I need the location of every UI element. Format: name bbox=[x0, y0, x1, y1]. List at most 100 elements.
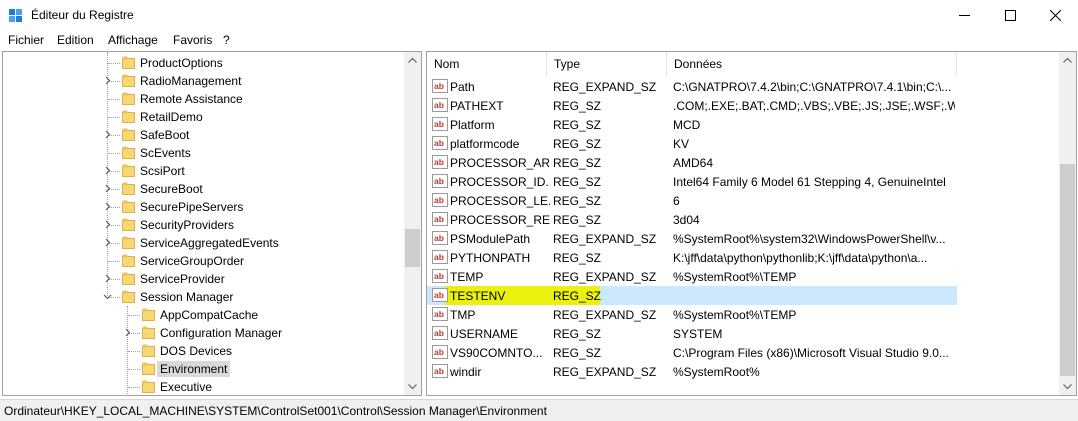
tree-item[interactable]: DOS Devices bbox=[3, 342, 403, 360]
value-data: 6 bbox=[673, 194, 680, 208]
registry-value-row[interactable]: ab platformcode REG_SZ KV bbox=[427, 134, 957, 153]
chevron-up-icon bbox=[408, 57, 417, 63]
value-type: REG_SZ bbox=[553, 194, 602, 208]
column-header-data[interactable]: Données bbox=[667, 52, 957, 76]
tree-item[interactable]: RetailDemo bbox=[3, 108, 403, 126]
maximize-button[interactable] bbox=[987, 0, 1033, 31]
close-button[interactable] bbox=[1032, 0, 1078, 31]
folder-icon bbox=[122, 236, 135, 249]
value-type: REG_EXPAND_SZ bbox=[553, 270, 657, 284]
scroll-thumb[interactable] bbox=[1060, 164, 1075, 376]
tree-item[interactable]: ProductOptions bbox=[3, 54, 403, 72]
tree-item[interactable]: ServiceAggregatedEvents bbox=[3, 234, 403, 252]
column-header-name[interactable]: Nom bbox=[427, 52, 547, 76]
column-header-type[interactable]: Type bbox=[547, 52, 667, 76]
tree-item[interactable]: SafeBoot bbox=[3, 126, 403, 144]
string-value-icon: ab bbox=[432, 136, 448, 150]
registry-value-row[interactable]: ab PROCESSOR_LE... REG_SZ 6 bbox=[427, 191, 957, 210]
value-name: windir bbox=[450, 365, 482, 379]
tree-item[interactable]: ServiceGroupOrder bbox=[3, 252, 403, 270]
values-list[interactable]: Nom Type Données ab Path REG_EXPAND_SZ C:\G… bbox=[426, 51, 1077, 396]
tree-item[interactable]: SecurityProviders bbox=[3, 216, 403, 234]
value-type: REG_SZ bbox=[553, 175, 602, 189]
value-type: REG_EXPAND_SZ bbox=[553, 308, 657, 322]
tree-item[interactable]: ServiceProvider bbox=[3, 270, 403, 288]
registry-value-row[interactable]: ab PSModulePath REG_EXPAND_SZ %SystemRoot%\… bbox=[427, 229, 957, 248]
menu-favoris[interactable]: Favoris bbox=[173, 33, 212, 47]
tree-item-label: SecurePipeServers bbox=[140, 200, 244, 214]
tree-item[interactable]: Executive bbox=[3, 378, 403, 395]
string-value-icon: ab bbox=[432, 193, 448, 207]
tree-connector bbox=[128, 387, 140, 388]
tree-scrollbar[interactable] bbox=[404, 52, 421, 395]
tree-item[interactable]: RadioManagement bbox=[3, 72, 403, 90]
scroll-down-button[interactable] bbox=[404, 378, 421, 395]
tree-item[interactable]: ScEvents bbox=[3, 144, 403, 162]
folder-icon bbox=[122, 290, 135, 303]
registry-value-row[interactable]: ab PATHEXT REG_SZ .COM;.EXE;.BAT;.CMD;.VBS;… bbox=[427, 96, 957, 115]
list-scrollbar[interactable] bbox=[1059, 52, 1076, 395]
scroll-up-button[interactable] bbox=[404, 52, 421, 69]
tree-item[interactable]: Remote Assistance bbox=[3, 90, 403, 108]
tree-item-label: RadioManagement bbox=[140, 74, 242, 88]
value-type: REG_SZ bbox=[553, 118, 602, 132]
close-icon bbox=[1050, 10, 1061, 21]
tree-item-label: RetailDemo bbox=[140, 110, 203, 124]
string-value-icon: ab bbox=[432, 288, 448, 302]
registry-value-row[interactable]: ab windir REG_EXPAND_SZ %SystemRoot% bbox=[427, 362, 957, 381]
menu-edition[interactable]: Edition bbox=[57, 33, 94, 47]
registry-value-row[interactable]: ab TEMP REG_EXPAND_SZ %SystemRoot%\TEMP bbox=[427, 267, 957, 286]
tree-item-label: SecureBoot bbox=[140, 182, 203, 196]
registry-value-row[interactable]: ab PROCESSOR_RE... REG_SZ 3d04 bbox=[427, 210, 957, 229]
menu-bar: Fichier Edition Affichage Favoris ? bbox=[0, 31, 1078, 50]
chevron-down-icon bbox=[408, 384, 417, 390]
value-name: Platform bbox=[450, 118, 495, 132]
value-type: REG_SZ bbox=[553, 213, 602, 227]
registry-value-row[interactable]: ab TMP REG_EXPAND_SZ %SystemRoot%\TEMP bbox=[427, 305, 957, 324]
registry-value-row[interactable]: ab USERNAME REG_SZ SYSTEM bbox=[427, 324, 957, 343]
svg-text:ab: ab bbox=[434, 309, 444, 319]
tree-connector bbox=[108, 63, 120, 64]
menu-affichage[interactable]: Affichage bbox=[108, 33, 158, 47]
registry-value-row[interactable]: ab PYTHONPATH REG_SZ K:\jff\data\python\pyt… bbox=[427, 248, 957, 267]
value-name: PROCESSOR_LE... bbox=[450, 194, 550, 208]
string-value-icon: ab bbox=[432, 155, 448, 169]
tree-item-label: ServiceGroupOrder bbox=[140, 254, 245, 268]
folder-icon bbox=[122, 272, 135, 285]
folder-icon bbox=[142, 308, 155, 321]
value-data: %SystemRoot%\TEMP bbox=[673, 270, 797, 284]
tree-item[interactable]: SecurePipeServers bbox=[3, 198, 403, 216]
value-type: REG_SZ bbox=[553, 251, 602, 265]
tree-item-label: ScsiPort bbox=[140, 164, 185, 178]
tree-item[interactable]: ScsiPort bbox=[3, 162, 403, 180]
tree-item[interactable]: SecureBoot bbox=[3, 180, 403, 198]
registry-tree[interactable]: ProductOptions RadioManagement Remote Assi… bbox=[2, 51, 422, 396]
registry-value-row[interactable]: ab VS90COMNTO... REG_SZ C:\Program Files (x… bbox=[427, 343, 957, 362]
menu-help[interactable]: ? bbox=[223, 33, 230, 47]
value-name: PSModulePath bbox=[450, 232, 531, 246]
scroll-up-button[interactable] bbox=[1059, 52, 1076, 69]
registry-value-row[interactable]: ab PROCESSOR_AR... REG_SZ AMD64 bbox=[427, 153, 957, 172]
registry-value-row[interactable]: ab TESTENV REG_SZ bbox=[427, 286, 957, 305]
folder-icon bbox=[122, 92, 135, 105]
tree-item-label: AppCompatCache bbox=[160, 308, 259, 322]
value-data: .COM;.EXE;.BAT;.CMD;.VBS;.VBE;.JS;.JSE;.… bbox=[673, 99, 955, 113]
registry-value-row[interactable]: ab PROCESSOR_ID... REG_SZ Intel64 Family 6 … bbox=[427, 172, 957, 191]
registry-value-row[interactable]: ab Path REG_EXPAND_SZ C:\GNATPRO\7.4.2\bin;… bbox=[427, 77, 957, 96]
tree-item[interactable]: Session Manager bbox=[3, 288, 403, 306]
string-value-icon: ab bbox=[432, 326, 448, 340]
svg-text:ab: ab bbox=[434, 157, 444, 167]
window-title: Éditeur du Registre bbox=[31, 8, 134, 22]
tree-item[interactable]: AppCompatCache bbox=[3, 306, 403, 324]
tree-item[interactable]: Configuration Manager bbox=[3, 324, 403, 342]
scroll-down-button[interactable] bbox=[1059, 378, 1076, 395]
svg-text:ab: ab bbox=[434, 290, 444, 300]
menu-fichier[interactable]: Fichier bbox=[8, 33, 44, 47]
scroll-thumb[interactable] bbox=[405, 229, 420, 267]
tree-connector bbox=[107, 52, 108, 298]
registry-value-row[interactable]: ab Platform REG_SZ MCD bbox=[427, 115, 957, 134]
tree-connector bbox=[108, 261, 120, 262]
minimize-button[interactable] bbox=[941, 0, 987, 31]
tree-item-label: SecurityProviders bbox=[140, 218, 235, 232]
tree-item[interactable]: Environment bbox=[3, 360, 403, 378]
